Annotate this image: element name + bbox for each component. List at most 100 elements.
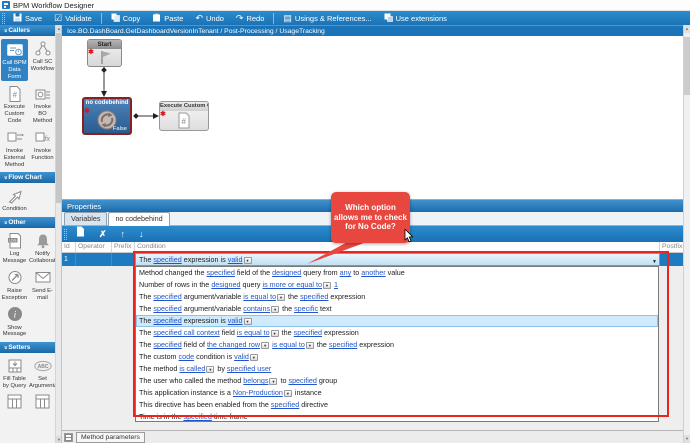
node-no-codebehind[interactable]: no codebehind False ✱ <box>82 97 132 135</box>
condition-link[interactable]: another <box>361 268 385 277</box>
condition-link[interactable]: any <box>340 268 352 277</box>
dropdown-option[interactable]: The specified argument/variable contains… <box>136 303 658 315</box>
move-down-icon[interactable]: ↓ <box>132 226 151 242</box>
workflow-canvas[interactable]: Start ✱ no codebehind False ✱ Execute Cu… <box>62 36 683 199</box>
condition-link[interactable]: specified <box>288 376 316 385</box>
toolbar-button-copy[interactable]: Copy <box>105 11 147 26</box>
scroll-up-icon[interactable]: ▲ <box>684 25 690 33</box>
combo-dropdown-icon[interactable]: ▾ <box>305 341 314 349</box>
condition-link[interactable]: specified <box>153 292 181 301</box>
node-start[interactable]: Start ✱ <box>87 39 122 67</box>
dropdown-option[interactable]: The specified field of the changed row ▾ … <box>136 339 658 351</box>
condition-link[interactable]: specified user <box>227 364 271 373</box>
condition-link[interactable]: 1 <box>334 280 338 289</box>
dropdown-option[interactable]: The method is called ▾ by specified user <box>136 363 658 375</box>
condition-link[interactable]: specified <box>183 412 211 421</box>
combo-dropdown-icon[interactable]: ▾ <box>243 317 252 325</box>
toolbar-button-usings-references[interactable]: ▤ Usings & References... <box>277 11 377 26</box>
dropdown-option[interactable]: This application instance is a Non-Produ… <box>136 387 658 399</box>
dropdown-option[interactable]: The specified argument/variable is equal… <box>136 291 658 303</box>
new-row-icon[interactable] <box>69 226 92 242</box>
condition-link[interactable]: designed <box>211 280 240 289</box>
condition-link[interactable]: is equal to <box>237 328 270 337</box>
condition-link[interactable]: is equal to <box>243 292 276 301</box>
toolbar-button-redo[interactable]: ↷ Redo <box>230 11 270 26</box>
tab-method-parameters[interactable]: Method parameters <box>76 431 145 443</box>
toolbar-button-validate[interactable]: ☑ Validate <box>48 11 98 26</box>
sidebar-item-condition[interactable]: Condition <box>1 186 28 213</box>
combo-dropdown-icon[interactable]: ▾ <box>243 256 252 264</box>
combo-dropdown-icon[interactable]: ▾ <box>283 389 292 397</box>
combo-dropdown-icon[interactable]: ▾ <box>261 341 270 349</box>
dropdown-option[interactable]: The user who called the method belongs ▾ … <box>136 375 658 387</box>
condition-link[interactable]: specific <box>294 304 318 313</box>
node-execute-custom-code[interactable]: Execute Custom C... # ✱ <box>159 101 209 131</box>
toolbar-button-paste[interactable]: Paste <box>146 11 189 26</box>
combo-dropdown-icon[interactable]: ▾ <box>206 365 215 373</box>
dropdown-option[interactable]: Method changed the specified field of th… <box>136 267 658 279</box>
row-operator-cell[interactable] <box>76 253 112 266</box>
scrollbar-thumb[interactable] <box>684 37 690 95</box>
condition-link[interactable]: specified <box>153 304 181 313</box>
sidebar-section-header-setters[interactable]: » Setters <box>0 342 56 354</box>
combo-dropdown-icon[interactable]: ▾ <box>269 377 278 385</box>
sidebar-item-table-icon[interactable] <box>1 393 28 413</box>
condition-link[interactable]: specified <box>153 316 181 325</box>
condition-link[interactable]: valid <box>228 255 243 264</box>
sidebar-scrollbar[interactable]: ▲ ▼ <box>55 25 61 443</box>
condition-combobox[interactable]: The specified expression is valid ▾ ▼ <box>135 253 660 266</box>
combo-dropdown-icon[interactable]: ▾ <box>277 293 286 301</box>
condition-link[interactable]: designed <box>272 268 301 277</box>
combo-dropdown-icon[interactable]: ▾ <box>270 329 279 337</box>
condition-link[interactable]: specified <box>153 255 181 264</box>
tab-variables[interactable]: Variables <box>64 212 108 225</box>
canvas-scrollbar[interactable]: ▲ ▼ <box>683 25 690 443</box>
dropdown-option[interactable]: The specified call context field is equa… <box>136 327 658 339</box>
sidebar-item-invoke-function[interactable]: fx Invoke Function <box>29 128 56 168</box>
combo-dropdown-icon[interactable]: ▾ <box>249 353 258 361</box>
combo-dropdown-icon[interactable]: ▾ <box>271 305 280 313</box>
toolbar-button-use-extensions[interactable]: Use extensions <box>378 11 453 26</box>
sidebar-item-table-icon[interactable] <box>29 393 56 413</box>
dropdown-option[interactable]: This directive has been enabled from the… <box>136 399 658 411</box>
condition-link[interactable]: specified <box>271 400 299 409</box>
chevron-down-icon[interactable]: ▼ <box>652 257 657 265</box>
condition-link[interactable]: specified <box>300 292 328 301</box>
condition-link[interactable]: Non-Production <box>233 388 283 397</box>
sidebar-item-log-message[interactable]: LOG Log Message <box>1 231 28 265</box>
sidebar-item-show-message[interactable]: i Show Message <box>1 305 28 339</box>
tab-no-codebehind[interactable]: no codebehind <box>108 212 170 226</box>
sidebar-item-send-e-mail[interactable]: Send E-mail <box>29 268 56 302</box>
condition-link[interactable]: code <box>179 352 195 361</box>
dropdown-option[interactable]: The specified expression is valid ▾ <box>136 315 658 327</box>
dropdown-option[interactable]: The custom code condition is valid ▾ <box>136 351 658 363</box>
delete-row-icon[interactable]: ✗ <box>92 226 114 242</box>
dropdown-option[interactable]: Time is in the specified time frame <box>136 411 658 421</box>
move-up-icon[interactable]: ↑ <box>114 226 133 242</box>
condition-link[interactable]: specified <box>153 340 181 349</box>
condition-link[interactable]: specified <box>329 340 357 349</box>
condition-link[interactable]: is equal to <box>272 340 305 349</box>
sidebar-item-invoke-bo-method[interactable]: Invoke BO Method <box>29 84 56 124</box>
toolbar-button-undo[interactable]: ↶ Undo <box>189 11 229 26</box>
row-postfix-cell[interactable] <box>660 253 683 266</box>
condition-link[interactable]: specified <box>207 268 235 277</box>
sidebar-item-fill-table-by-query[interactable]: Fill Table by Query <box>1 356 28 390</box>
condition-link[interactable]: contains <box>243 304 270 313</box>
sidebar-section-header-callers[interactable]: » Callers <box>0 25 56 36</box>
sidebar-item-call-bpm-data-form[interactable]: Call BPM Data Form <box>1 39 28 82</box>
condition-link[interactable]: belongs <box>243 376 268 385</box>
sidebar-item-set-argument-variable[interactable]: ABC Set Argument/Variable <box>29 356 61 390</box>
sidebar-section-header-other[interactable]: » Other <box>0 217 56 229</box>
sidebar-item-execute-custom-code[interactable]: # Execute Custom Code <box>1 84 28 124</box>
sidebar-item-raise-exception[interactable]: Raise Exception <box>1 268 28 302</box>
condition-link[interactable]: the changed row <box>207 340 260 349</box>
condition-link[interactable]: is more or equal to <box>262 280 322 289</box>
splitter-icon[interactable] <box>64 432 73 442</box>
scroll-down-icon[interactable]: ▼ <box>684 435 690 443</box>
condition-link[interactable]: valid <box>234 352 249 361</box>
condition-link[interactable]: is called <box>179 364 205 373</box>
sidebar-item-call-sc-workflow[interactable]: Call SC Workflow <box>29 39 56 81</box>
sidebar-item-invoke-external-method[interactable]: Invoke External Method <box>1 128 28 168</box>
condition-link[interactable]: specified <box>294 328 322 337</box>
